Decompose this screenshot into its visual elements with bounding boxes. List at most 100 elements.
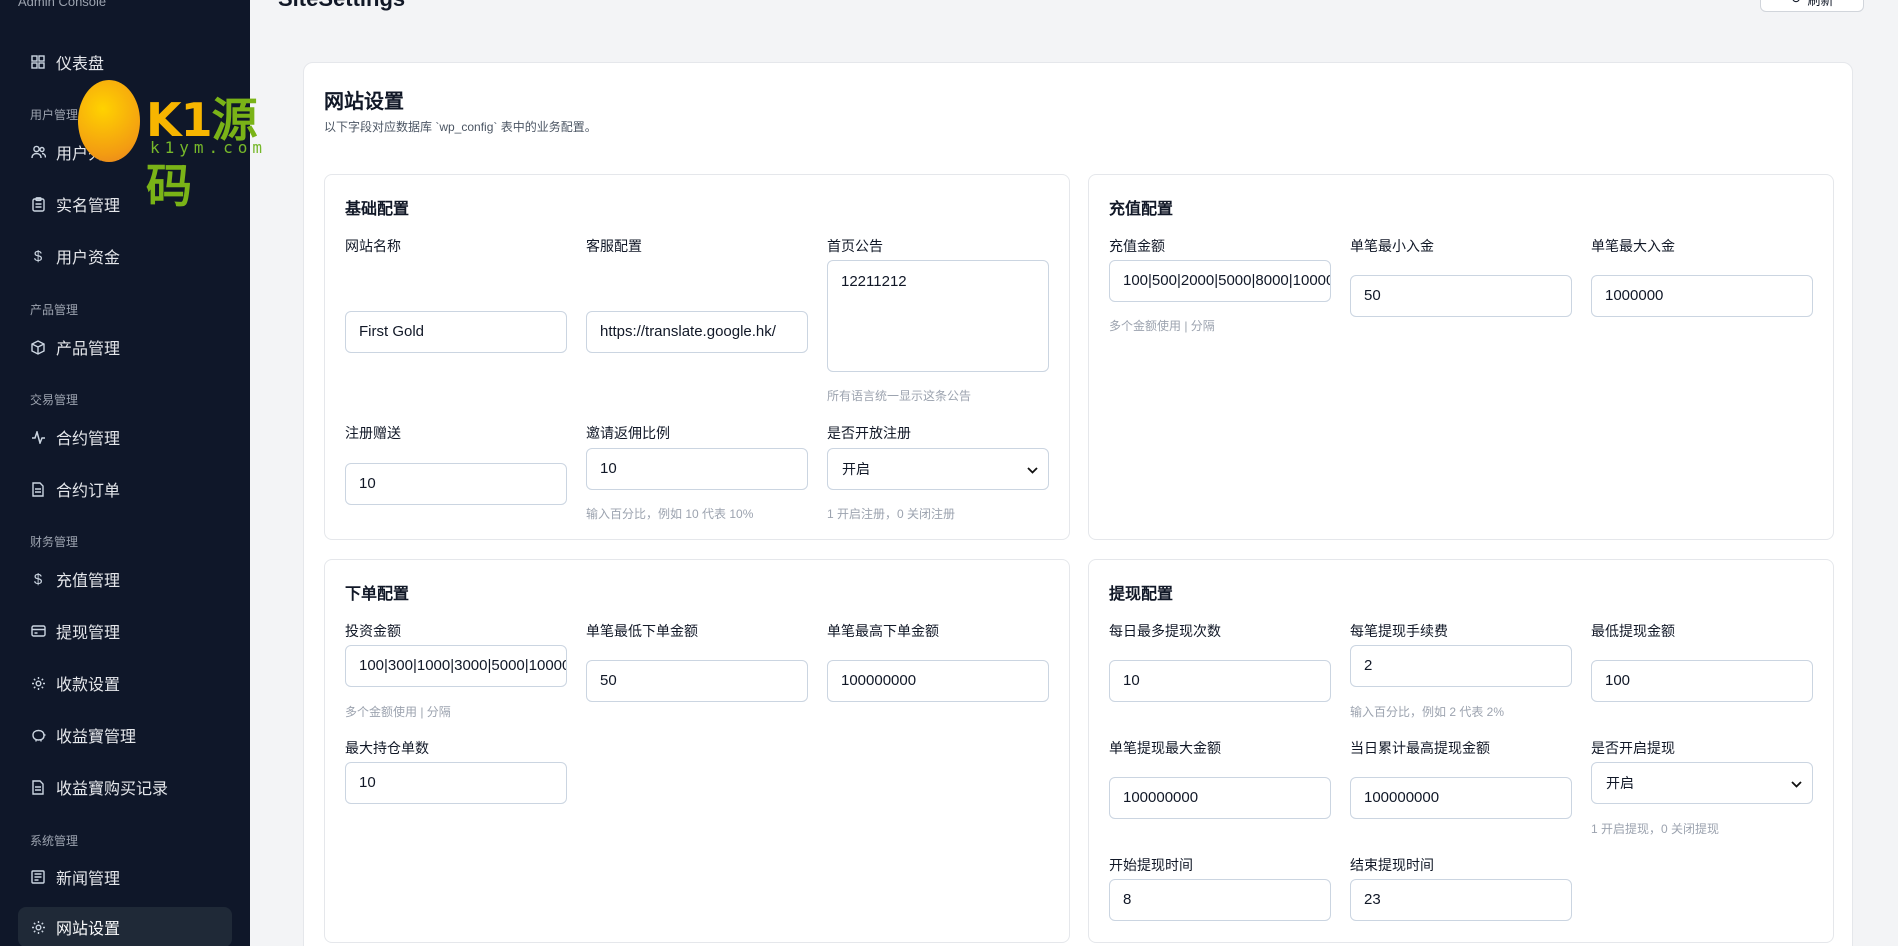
sidebar-item-yield-records[interactable]: 收益寶购买记录 xyxy=(18,767,232,807)
withdraw-max-single-input[interactable]: 100000000 xyxy=(1109,777,1331,819)
sidebar-item-user-funds[interactable]: $ 用户资金 xyxy=(18,236,232,276)
section-trade-management: 交易管理 xyxy=(30,393,79,407)
invite-hint: 输入百分比，例如 10 代表 10% xyxy=(586,507,754,521)
reg-gift-label: 注册赠送 xyxy=(345,425,401,441)
withdraw-open-label: 是否开启提现 xyxy=(1591,740,1675,756)
withdraw-min-input[interactable]: 100 xyxy=(1591,660,1813,702)
order-max-input[interactable]: 100000000 xyxy=(827,660,1049,702)
withdraw-min-label: 最低提现金额 xyxy=(1591,623,1675,639)
section-user-management: 用户管理 xyxy=(30,108,79,122)
max-hold-input[interactable]: 10 xyxy=(345,762,567,804)
activity-icon xyxy=(30,429,46,445)
brand-subtitle: Admin Console xyxy=(18,0,107,9)
document-icon xyxy=(30,779,46,795)
sidebar-item-yield-treasure[interactable]: 收益寶管理 xyxy=(18,715,232,755)
card-icon xyxy=(30,623,46,639)
service-label: 客服配置 xyxy=(586,238,642,254)
recharge-amount-input[interactable]: 100|500|2000|5000|8000|10000 xyxy=(1109,260,1331,302)
refresh-button[interactable]: ↻ 刷新 xyxy=(1760,0,1864,12)
withdraw-open-select[interactable]: 开启 xyxy=(1591,762,1813,804)
chevron-down-icon xyxy=(1027,461,1038,477)
sidebar-item-contract-orders[interactable]: 合约订单 xyxy=(18,469,232,509)
sidebar-item-label: 提现管理 xyxy=(56,625,121,642)
grid-icon xyxy=(30,54,46,70)
order-min-label: 单笔最低下单金额 xyxy=(586,623,698,639)
sidebar-item-dashboard[interactable]: 仪表盘 xyxy=(18,42,232,82)
sidebar-item-contracts[interactable]: 合约管理 xyxy=(18,417,232,457)
withdraw-start-label: 开始提现时间 xyxy=(1109,857,1193,873)
refresh-label: 刷新 xyxy=(1807,0,1834,8)
panel-withdraw: 提现配置 每日最多提现次数 10 每笔提现手续费 2 输入百分比，例如 2 代表… xyxy=(1088,559,1834,943)
logo-domain: k1ym.com xyxy=(150,138,268,157)
document-icon xyxy=(30,481,46,497)
withdraw-fee-input[interactable]: 2 xyxy=(1350,645,1572,687)
dollar-icon: $ xyxy=(33,247,43,265)
site-name-input[interactable]: First Gold xyxy=(345,311,567,353)
invest-amount-input[interactable]: 100|300|1000|3000|5000|10000 xyxy=(345,645,567,687)
sidebar-item-news[interactable]: 新闻管理 xyxy=(18,857,232,897)
users-icon xyxy=(30,144,46,160)
sidebar-item-label: 实名管理 xyxy=(56,198,121,215)
withdraw-max-daily-label: 当日累计最高提现金额 xyxy=(1350,740,1490,756)
sidebar-item-site-settings[interactable]: 网站设置 xyxy=(18,907,232,946)
sidebar-item-label: 网站设置 xyxy=(56,921,121,938)
withdraw-fee-hint: 输入百分比，例如 2 代表 2% xyxy=(1350,705,1505,719)
open-reg-hint: 1 开启注册，0 关闭注册 xyxy=(827,507,956,521)
gear-icon xyxy=(30,919,46,935)
cube-icon xyxy=(30,339,46,355)
withdraw-open-hint: 1 开启提现，0 关闭提现 xyxy=(1591,822,1720,836)
recharge-max-label: 单笔最大入金 xyxy=(1591,238,1675,254)
daily-withdraw-input[interactable]: 10 xyxy=(1109,660,1331,702)
sidebar-item-payment-settings[interactable]: 收款设置 xyxy=(18,663,232,703)
invest-amount-hint: 多个金额使用 | 分隔 xyxy=(345,705,451,719)
sidebar-item-label: 用户资金 xyxy=(56,250,121,267)
card-description: 以下字段对应数据库 `wp_config` 表中的业务配置。 xyxy=(324,120,597,134)
service-input[interactable]: https://translate.google.hk/ xyxy=(586,311,808,353)
sidebar-item-label: 合约管理 xyxy=(56,431,121,448)
section-system-management: 系统管理 xyxy=(30,834,79,848)
order-max-label: 单笔最高下单金额 xyxy=(827,623,939,639)
daily-withdraw-label: 每日最多提现次数 xyxy=(1109,623,1221,639)
sidebar-item-label: 收款设置 xyxy=(56,677,121,694)
dollar-icon: $ xyxy=(33,570,43,588)
notice-label: 首页公告 xyxy=(827,238,883,254)
sidebar-item-label: 仪表盘 xyxy=(56,56,105,73)
max-hold-label: 最大持仓单数 xyxy=(345,740,429,756)
panel-basic: 基础配置 网站名称 First Gold 客服配置 https://transl… xyxy=(324,174,1070,540)
site-name-label: 网站名称 xyxy=(345,238,401,254)
open-reg-label: 是否开放注册 xyxy=(827,425,911,441)
recharge-max-input[interactable]: 1000000 xyxy=(1591,275,1813,317)
sidebar-item-withdraw[interactable]: 提现管理 xyxy=(18,611,232,651)
refresh-icon: ↻ xyxy=(1791,0,1802,7)
recharge-amount-hint: 多个金额使用 | 分隔 xyxy=(1109,319,1215,333)
sidebar-item-label: 合约订单 xyxy=(56,483,121,500)
clipboard-icon xyxy=(30,196,46,212)
sidebar-item-products[interactable]: 产品管理 xyxy=(18,327,232,367)
open-reg-select[interactable]: 开启 xyxy=(827,448,1049,490)
panel-recharge: 充值配置 充值金额 100|500|2000|5000|8000|10000 多… xyxy=(1088,174,1834,540)
withdraw-end-input[interactable]: 23 xyxy=(1350,879,1572,921)
invite-label: 邀请返佣比例 xyxy=(586,425,670,441)
reg-gift-input[interactable]: 10 xyxy=(345,463,567,505)
sidebar-item-recharge[interactable]: $ 充值管理 xyxy=(18,559,232,599)
select-value: 开启 xyxy=(842,461,870,477)
notice-textarea[interactable]: 12211212 xyxy=(827,260,1049,372)
watermark-logo: K1源码 k1ym.com xyxy=(78,78,298,213)
panel-title: 基础配置 xyxy=(345,201,410,218)
panel-order: 下单配置 投资金额 100|300|1000|3000|5000|10000 多… xyxy=(324,559,1070,943)
recharge-min-input[interactable]: 50 xyxy=(1350,275,1572,317)
gear-icon xyxy=(30,675,46,691)
section-finance-management: 财务管理 xyxy=(30,535,79,549)
newspaper-icon xyxy=(30,869,46,885)
invite-input[interactable]: 10 xyxy=(586,448,808,490)
card-title: 网站设置 xyxy=(324,91,404,113)
panel-title: 充值配置 xyxy=(1109,201,1174,218)
logo-mark-icon xyxy=(78,80,140,162)
withdraw-start-input[interactable]: 8 xyxy=(1109,879,1331,921)
order-min-input[interactable]: 50 xyxy=(586,660,808,702)
withdraw-max-daily-input[interactable]: 100000000 xyxy=(1350,777,1572,819)
withdraw-max-single-label: 单笔提现最大金额 xyxy=(1109,740,1221,756)
chevron-down-icon xyxy=(1791,775,1802,791)
recharge-min-label: 单笔最小入金 xyxy=(1350,238,1434,254)
sidebar-item-label: 新闻管理 xyxy=(56,871,121,888)
